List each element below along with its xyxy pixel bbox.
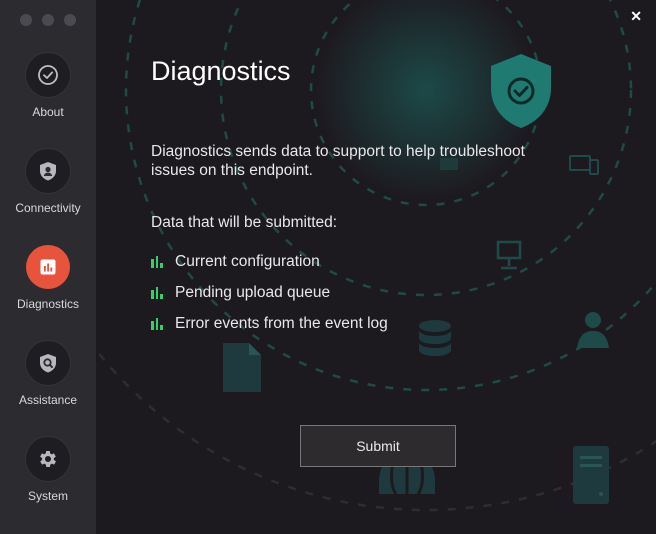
sidebar: About Connectivity Diagnostics Assistanc…	[0, 0, 96, 534]
submit-button[interactable]: Submit	[300, 425, 456, 467]
sidebar-item-diagnostics[interactable]: Diagnostics	[0, 245, 96, 311]
list-item: Current configuration	[151, 246, 388, 277]
sidebar-item-system[interactable]: System	[0, 437, 96, 503]
sidebar-item-label: Diagnostics	[16, 297, 80, 311]
bar-chart-bullet-icon	[151, 317, 163, 330]
sidebar-item-label: About	[32, 105, 64, 119]
bar-chart-icon	[26, 245, 70, 289]
page-description: Diagnostics sends data to support to hel…	[151, 143, 525, 179]
main-panel: ✕ Diagnostics Diagnostics sends data to …	[96, 0, 656, 534]
sidebar-item-label: System	[27, 489, 68, 503]
shield-search-icon	[26, 341, 70, 385]
sidebar-item-assistance[interactable]: Assistance	[0, 341, 96, 407]
list-item-label: Current configuration	[175, 252, 320, 270]
gear-icon	[26, 437, 70, 481]
sidebar-item-label: Assistance	[18, 393, 78, 407]
shield-user-icon	[26, 149, 70, 193]
sidebar-item-label: Connectivity	[15, 201, 81, 215]
list-item-label: Pending upload queue	[175, 283, 331, 301]
list-item-label: Error events from the event log	[175, 314, 388, 332]
list-item: Pending upload queue	[151, 277, 388, 308]
window-dot-1[interactable]	[20, 14, 32, 26]
window-controls	[20, 14, 76, 26]
data-list-heading: Data that will be submitted:	[151, 214, 338, 231]
window-dot-2[interactable]	[42, 14, 54, 26]
data-list: Current configuration Pending upload que…	[151, 246, 388, 339]
bar-chart-bullet-icon	[151, 286, 163, 299]
sidebar-item-about[interactable]: About	[0, 53, 96, 119]
bar-chart-bullet-icon	[151, 255, 163, 268]
close-button[interactable]: ✕	[630, 8, 642, 25]
page-title: Diagnostics	[151, 56, 291, 86]
window-dot-3[interactable]	[64, 14, 76, 26]
app-window: About Connectivity Diagnostics Assistanc…	[0, 0, 656, 534]
list-item: Error events from the event log	[151, 308, 388, 339]
sidebar-item-connectivity[interactable]: Connectivity	[0, 149, 96, 215]
check-circle-icon	[26, 53, 70, 97]
